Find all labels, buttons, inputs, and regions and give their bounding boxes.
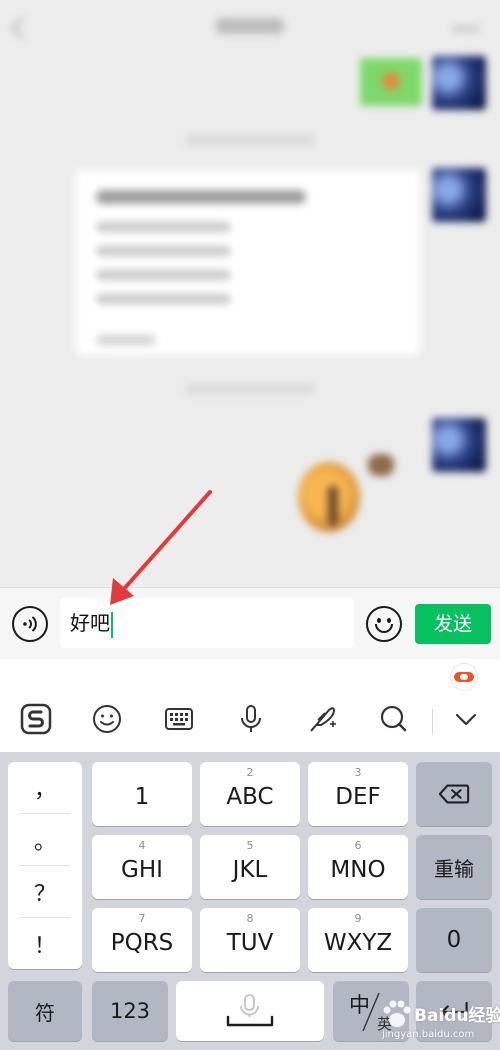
handwriting-button[interactable] — [302, 699, 342, 739]
keyboard-icon — [165, 708, 193, 730]
sogou-logo-button[interactable] — [16, 699, 56, 739]
keyboard-switch-button[interactable] — [159, 699, 199, 739]
emoji-icon-eye — [387, 618, 391, 623]
key-letters: 1 — [134, 784, 150, 810]
key-wxyz[interactable]: 9 WXYZ — [308, 908, 408, 972]
key-pqrs[interactable]: 7 PQRS — [92, 908, 192, 972]
emoji-sticker-message — [298, 462, 360, 532]
chevron-down-icon — [455, 713, 477, 726]
reenter-key[interactable]: 重输 — [416, 835, 492, 899]
quill-icon — [310, 707, 336, 732]
watermark-brand: Baidu经验 — [414, 1006, 500, 1026]
punct-period-key[interactable]: 。 — [8, 814, 82, 865]
microphone-icon — [241, 705, 261, 732]
collapse-keyboard-button[interactable] — [446, 699, 486, 739]
key-letters: DEF — [335, 784, 381, 810]
link-card-message[interactable] — [76, 170, 420, 355]
key-letters: ABC — [226, 784, 274, 810]
voice-typing-button[interactable] — [231, 699, 271, 739]
baidu-watermark: Baidu经验 jingyan.baidu.com — [380, 997, 500, 1047]
avatar[interactable] — [432, 418, 486, 472]
voice-icon — [23, 616, 37, 632]
voice-space-icon — [226, 994, 274, 1027]
symbol-key[interactable]: 符 — [8, 981, 82, 1041]
emoji-panel-button[interactable] — [87, 699, 127, 739]
space-key[interactable] — [176, 981, 324, 1041]
key-digit: 2 — [246, 766, 254, 779]
key-def[interactable]: 3 DEF — [308, 762, 408, 826]
message-text-input[interactable]: 好吧 — [60, 598, 354, 648]
chat-title — [0, 18, 500, 39]
sticker-decoration — [368, 454, 394, 476]
punctuation-column[interactable]: ， 。 ？ ！ — [8, 762, 82, 969]
emoji-icon — [377, 618, 381, 623]
key-letters: MNO — [330, 857, 386, 883]
key-letters: GHI — [121, 857, 163, 883]
key-letters: PQRS — [110, 930, 174, 956]
punct-exclaim-key[interactable]: ！ — [8, 918, 82, 969]
timestamp — [0, 383, 500, 399]
punct-question-key[interactable]: ？ — [8, 866, 82, 917]
key-letters: TUV — [226, 930, 274, 956]
numeric-key[interactable]: 123 — [92, 981, 168, 1041]
chat-area — [0, 0, 500, 587]
avatar[interactable] — [432, 168, 486, 222]
more-icon[interactable] — [452, 26, 480, 32]
watermark-url: jingyan.baidu.com — [382, 1029, 475, 1040]
key-digit: 5 — [246, 839, 254, 852]
punct-comma-key[interactable]: ， — [8, 762, 82, 813]
key-ghi[interactable]: 4 GHI — [92, 835, 192, 899]
key-digit: 9 — [354, 912, 362, 925]
key-digit: 3 — [354, 766, 362, 779]
key-mno[interactable]: 6 MNO — [308, 835, 408, 899]
send-button[interactable]: 发送 — [415, 604, 491, 644]
mascot-icon[interactable] — [451, 664, 477, 690]
key-tuv[interactable]: 8 TUV — [200, 908, 300, 972]
key-digit: 4 — [138, 839, 146, 852]
voice-input-button[interactable] — [12, 606, 48, 642]
key-jkl[interactable]: 5 JKL — [200, 835, 300, 899]
emoji-icon-mouth — [375, 624, 393, 633]
toolbar-divider — [432, 709, 433, 735]
sogou-logo-icon — [20, 703, 52, 735]
key-letters: WXYZ — [323, 930, 393, 956]
key-abc[interactable]: 2 ABC — [200, 762, 300, 826]
message-input-bar: 好吧 发送 — [0, 587, 500, 659]
keyboard-toolbar — [0, 659, 500, 752]
key-1[interactable]: 1 — [92, 762, 192, 826]
text-caret — [111, 611, 113, 638]
paw-icon — [380, 999, 414, 1029]
input-text: 好吧 — [70, 611, 110, 635]
search-button[interactable] — [374, 699, 414, 739]
chat-header — [0, 0, 500, 60]
timestamp — [0, 134, 500, 150]
sticker-message — [360, 58, 422, 106]
avatar[interactable] — [432, 56, 486, 110]
key-digit: 7 — [138, 912, 146, 925]
emoji-button[interactable] — [366, 606, 402, 642]
smiley-icon — [93, 705, 121, 733]
key-digit: 8 — [246, 912, 254, 925]
key-digit: 6 — [354, 839, 362, 852]
key-letters: JKL — [232, 857, 268, 883]
backspace-icon — [438, 784, 470, 804]
zero-key[interactable]: 0 — [416, 908, 492, 972]
search-icon — [380, 705, 407, 732]
backspace-key[interactable] — [416, 762, 492, 826]
